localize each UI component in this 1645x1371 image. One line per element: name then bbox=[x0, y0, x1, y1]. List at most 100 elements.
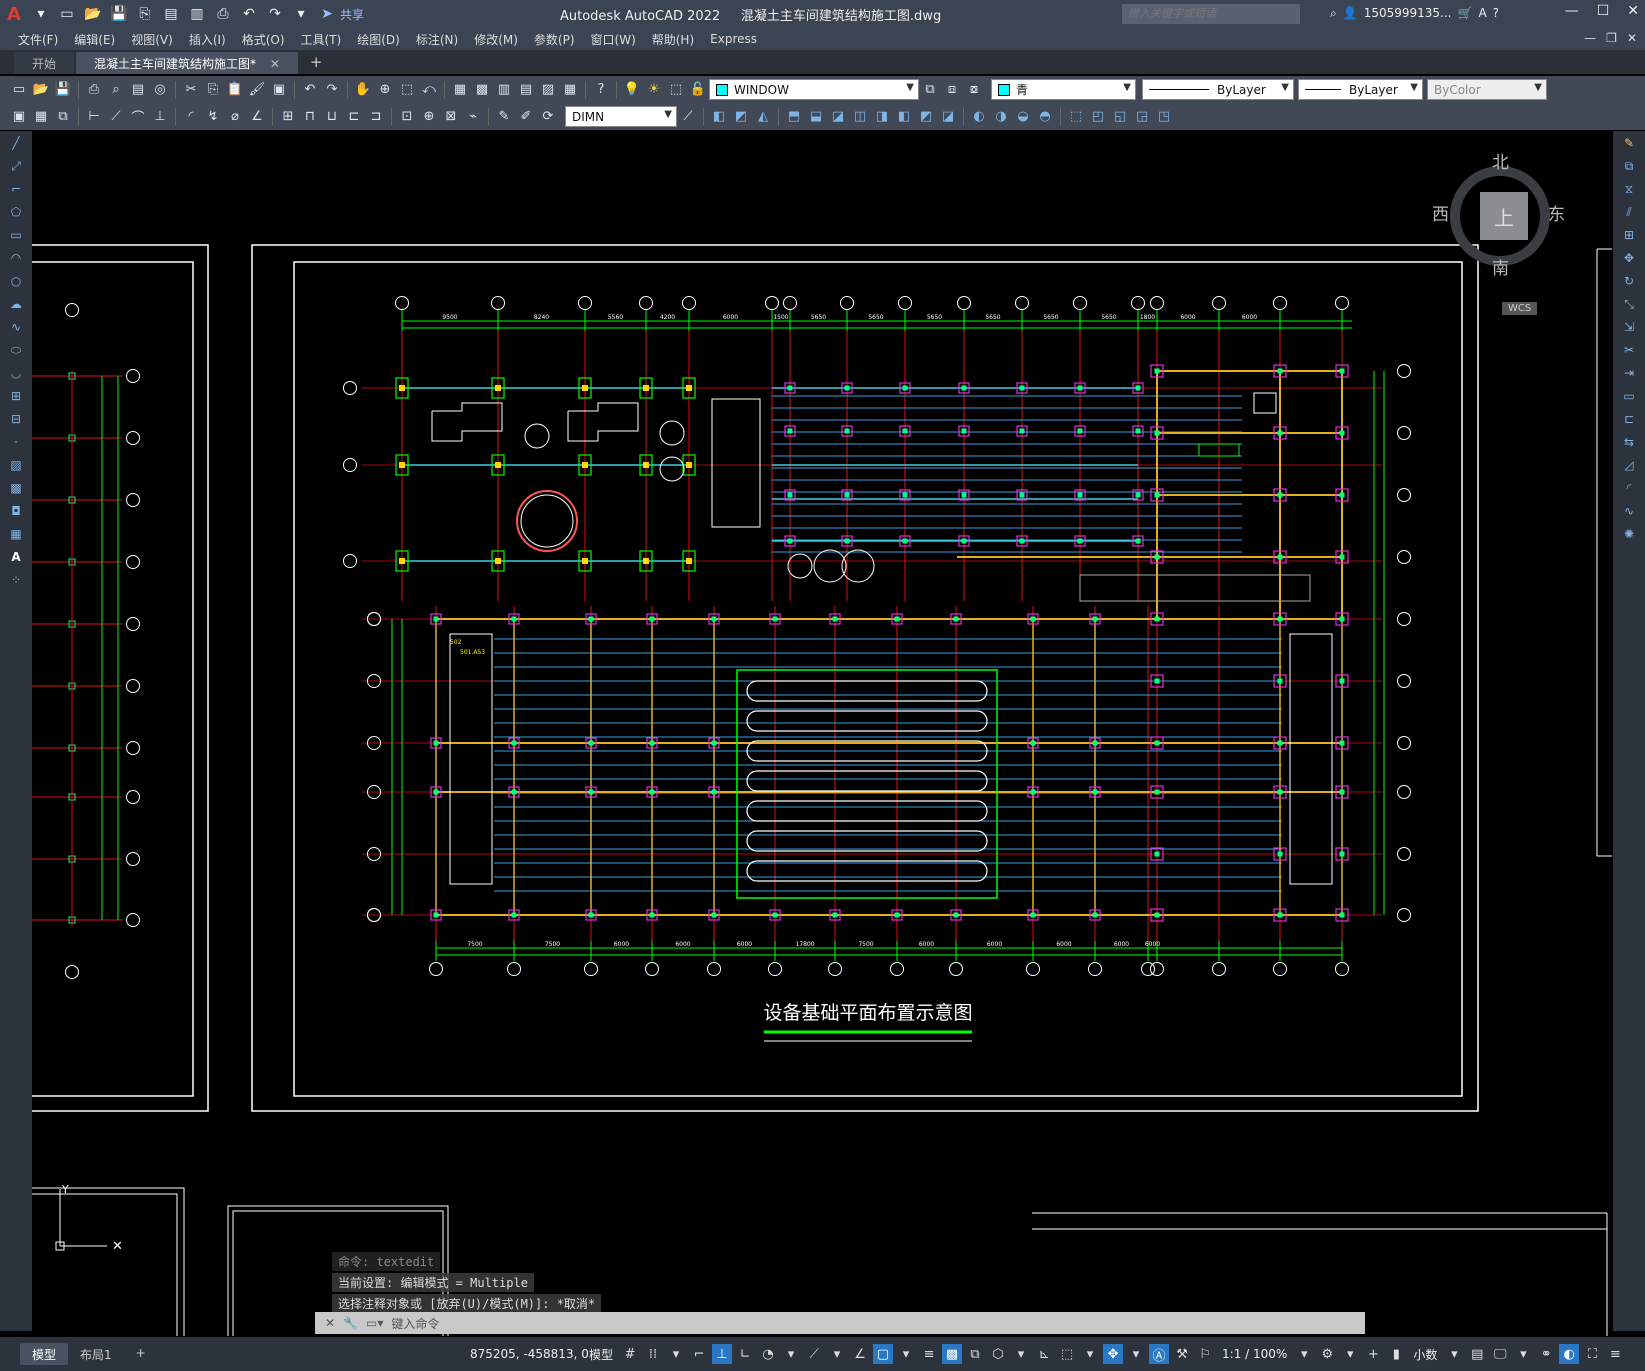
doc-restore-icon[interactable]: ❐ bbox=[1606, 31, 1617, 45]
menu-parametric[interactable]: 参数(P) bbox=[530, 31, 587, 48]
open-icon[interactable]: 📂 bbox=[31, 80, 51, 100]
wcs-menu[interactable]: WCS bbox=[1502, 302, 1538, 315]
save-as-icon[interactable]: ⎘ bbox=[134, 3, 156, 25]
tab-model[interactable]: 模型 bbox=[20, 1343, 69, 1365]
dim-aligned-icon[interactable]: ⟋ bbox=[106, 107, 126, 127]
dim-space-icon[interactable]: ⊏ bbox=[344, 107, 364, 127]
design-center-icon[interactable]: ▩ bbox=[472, 80, 492, 100]
stretch-icon[interactable]: ⇲ bbox=[1618, 316, 1640, 338]
cone-icon[interactable]: ◭ bbox=[753, 107, 773, 127]
chamfer-icon[interactable]: ◿ bbox=[1618, 454, 1640, 476]
auto-scale-icon[interactable]: ⚒ bbox=[1172, 1344, 1192, 1364]
menu-tools[interactable]: 工具(T) bbox=[297, 31, 354, 48]
menu-dimension[interactable]: 标注(N) bbox=[412, 31, 470, 48]
block-icon[interactable]: ▣ bbox=[9, 107, 29, 127]
offset-icon[interactable]: ⫽ bbox=[1618, 201, 1640, 223]
match-properties-icon[interactable]: 🖌 bbox=[247, 80, 267, 100]
units-icon[interactable]: ▮ bbox=[1386, 1344, 1406, 1364]
annotation-visibility-icon[interactable]: Ⓐ bbox=[1149, 1344, 1170, 1364]
undo-icon[interactable]: ↶ bbox=[300, 80, 320, 100]
gizmo-icon[interactable]: ✥ bbox=[1103, 1344, 1124, 1364]
transparency-icon[interactable]: ▩ bbox=[942, 1344, 963, 1364]
erase-icon[interactable]: ✎ bbox=[1618, 132, 1640, 154]
help-search-input[interactable] bbox=[1122, 4, 1300, 24]
menu-modify[interactable]: 修改(M) bbox=[470, 31, 530, 48]
3d-object-snap-icon[interactable]: ⬡ bbox=[988, 1344, 1008, 1364]
cut-icon[interactable]: ✂ bbox=[181, 80, 201, 100]
separate-icon[interactable]: ◱ bbox=[1110, 107, 1130, 127]
autocad-logo-icon[interactable]: A bbox=[0, 0, 28, 28]
tab-start[interactable]: 开始 bbox=[14, 52, 75, 74]
dim-continue-icon[interactable]: ⊔ bbox=[322, 107, 342, 127]
jogged-linear-icon[interactable]: ⌁ bbox=[463, 107, 483, 127]
layer-dropdown[interactable]: WINDOW ▼ bbox=[709, 79, 919, 100]
quick-dim-icon[interactable]: ⊞ bbox=[278, 107, 298, 127]
menu-draw[interactable]: 绘图(D) bbox=[353, 31, 412, 48]
rectangle-icon[interactable]: ▭ bbox=[5, 224, 27, 246]
annotation-scale-value[interactable]: 1:1 / 100% bbox=[1218, 1347, 1291, 1361]
trim-icon[interactable]: ✂ bbox=[1618, 339, 1640, 361]
menu-help[interactable]: 帮助(H) bbox=[648, 31, 706, 48]
menu-dropdown-icon[interactable]: ▾ bbox=[30, 3, 52, 25]
command-line-input[interactable]: ✕ 🔧 ▭▾ 键入命令 bbox=[315, 1312, 1365, 1334]
tab-drawing[interactable]: 混凝土主车间建筑结构施工图* ✕ bbox=[76, 52, 298, 74]
chevron-down-icon[interactable]: ▾ bbox=[1340, 1344, 1360, 1364]
3d-print-icon[interactable]: ◎ bbox=[150, 80, 170, 100]
undo-icon[interactable]: ↶ bbox=[238, 3, 260, 25]
layer-thaw-icon[interactable]: ☀ bbox=[644, 80, 664, 100]
cart-icon[interactable]: 🛒 bbox=[1457, 6, 1472, 21]
username[interactable]: 1505999135... bbox=[1364, 6, 1452, 21]
dim-update-icon[interactable]: ⟳ bbox=[538, 107, 558, 127]
infer-constraints-icon[interactable]: ⌐ bbox=[689, 1344, 709, 1364]
intersect-icon[interactable]: ◪ bbox=[938, 107, 958, 127]
layer-viewport-icon[interactable]: ⬚ bbox=[666, 80, 686, 100]
menu-view[interactable]: 视图(V) bbox=[127, 31, 185, 48]
chevron-down-icon[interactable]: ▾ bbox=[827, 1344, 847, 1364]
zoom-realtime-icon[interactable]: ⊕ bbox=[375, 80, 395, 100]
make-current-layer-icon[interactable]: ⧉ bbox=[920, 80, 940, 100]
customize-quick-access-icon[interactable]: ▾ bbox=[290, 3, 312, 25]
menu-express[interactable]: Express bbox=[706, 32, 769, 46]
redo-icon[interactable]: ↷ bbox=[264, 3, 286, 25]
compass-south[interactable]: 南 bbox=[1492, 254, 1509, 279]
table-icon[interactable]: ▦ bbox=[5, 523, 27, 545]
shell-icon[interactable]: ◲ bbox=[1132, 107, 1152, 127]
inspection-icon[interactable]: ⊠ bbox=[441, 107, 461, 127]
tab-close-icon[interactable]: ✕ bbox=[270, 57, 280, 71]
pan-icon[interactable]: ✋ bbox=[353, 80, 373, 100]
thicken-icon[interactable]: ◑ bbox=[991, 107, 1011, 127]
layer-previous-icon[interactable]: ⧈ bbox=[942, 80, 962, 100]
compass-west[interactable]: 西 bbox=[1432, 200, 1449, 225]
scale-icon[interactable]: ⤡ bbox=[1618, 293, 1640, 315]
isometric-drafting-icon[interactable]: ⟋ bbox=[804, 1344, 824, 1364]
menu-format[interactable]: 格式(O) bbox=[238, 31, 297, 48]
break-at-point-icon[interactable]: ▭ bbox=[1618, 385, 1640, 407]
coordinate-readout[interactable]: 875205, -458813, 0 bbox=[470, 1347, 589, 1361]
dim-text-edit-icon[interactable]: ✐ bbox=[516, 107, 536, 127]
ellipse-arc-icon[interactable]: ◡ bbox=[5, 362, 27, 384]
mirror-icon[interactable]: ⧖ bbox=[1618, 178, 1640, 200]
viewcube-top-face[interactable]: 上 bbox=[1480, 192, 1528, 240]
slice-icon[interactable]: ◐ bbox=[969, 107, 989, 127]
compass-north[interactable]: 北 bbox=[1492, 148, 1509, 173]
doc-minimize-icon[interactable]: — bbox=[1584, 31, 1596, 45]
arc-icon[interactable]: ◠ bbox=[5, 247, 27, 269]
object-snap-tracking-icon[interactable]: ∠ bbox=[850, 1344, 870, 1364]
region-icon[interactable]: ◘ bbox=[5, 500, 27, 522]
loft-icon[interactable]: ◨ bbox=[872, 107, 892, 127]
extend-icon[interactable]: ⇥ bbox=[1618, 362, 1640, 384]
dim-break-icon[interactable]: ⊐ bbox=[366, 107, 386, 127]
color-dropdown[interactable]: 青 ▼ bbox=[991, 79, 1136, 100]
doc-close-icon[interactable]: ✕ bbox=[1627, 31, 1637, 45]
chevron-down-icon[interactable]: ▾ bbox=[1011, 1344, 1031, 1364]
drawing-canvas[interactable]: 9500 8240 5560 4200 6000 1500 5650 5650 5650 5650… bbox=[32, 131, 1613, 1336]
presspull-icon[interactable]: ⬓ bbox=[806, 107, 826, 127]
properties-icon[interactable]: ▦ bbox=[450, 80, 470, 100]
extract-edges-icon[interactable]: ⬚ bbox=[1066, 107, 1086, 127]
sheet-set-icon[interactable]: ▤ bbox=[516, 80, 536, 100]
menu-edit[interactable]: 编辑(E) bbox=[70, 31, 127, 48]
paste-icon[interactable]: 📋 bbox=[225, 80, 245, 100]
ellipse-icon[interactable]: ⬭ bbox=[5, 339, 27, 361]
circle-icon[interactable]: ○ bbox=[5, 270, 27, 292]
dim-ordinate-icon[interactable]: ⊥ bbox=[150, 107, 170, 127]
